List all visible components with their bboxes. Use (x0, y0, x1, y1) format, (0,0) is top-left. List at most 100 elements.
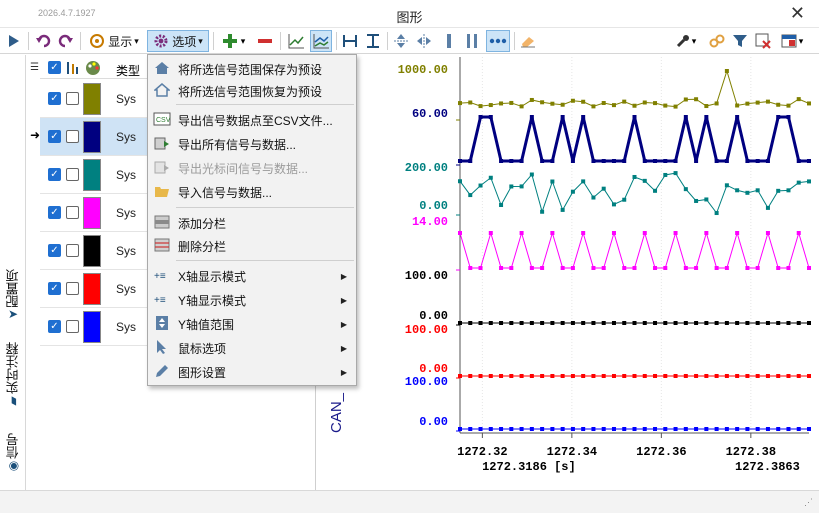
signal-visible-checkbox[interactable]: ✓ (48, 282, 61, 295)
fit-horizontal-icon[interactable] (340, 30, 360, 52)
menu-item[interactable]: +≡ Y轴显示模式 ▶ (149, 289, 355, 311)
tab-signal[interactable]: ◉ 信号 (3, 425, 23, 487)
line-chart-icon[interactable] (285, 30, 307, 52)
layout-button[interactable]: ▾ (777, 30, 807, 52)
menu-item[interactable]: 删除分栏 (149, 235, 355, 257)
data-point (570, 189, 575, 194)
data-point (632, 103, 637, 108)
menu-item[interactable]: 鼠标选项 ▶ (149, 337, 355, 359)
data-point (622, 321, 627, 325)
svg-text:+≡: +≡ (154, 295, 166, 306)
link-icon[interactable] (707, 30, 727, 52)
signal-chart[interactable]: 1000.0060.00200.000.0014.00100.000.00100… (318, 55, 819, 490)
data-point (488, 321, 493, 325)
filter-icon[interactable] (730, 30, 750, 52)
add-signal-button[interactable]: ▾ (218, 30, 250, 52)
sort-icon[interactable] (66, 61, 79, 74)
remove-signal-button[interactable] (255, 30, 275, 52)
signal-secondary-checkbox[interactable] (66, 282, 79, 295)
signal-secondary-checkbox[interactable] (66, 92, 79, 105)
signal-secondary-checkbox[interactable] (66, 206, 79, 219)
palette-icon[interactable] (85, 60, 101, 79)
data-point (509, 184, 514, 189)
signal-color-swatch[interactable] (83, 121, 101, 153)
data-point (807, 374, 811, 378)
menu-item-label: X轴显示模式 (178, 269, 247, 284)
signal-color-swatch[interactable] (83, 311, 101, 343)
svg-text:CSV: CSV (156, 117, 171, 124)
signal-color-swatch[interactable] (83, 235, 101, 267)
menu-item[interactable]: 导入信号与数据... (149, 181, 355, 203)
display-menu-button[interactable]: 显示 ▾ (85, 30, 143, 52)
cursor-single-icon[interactable] (439, 30, 459, 52)
data-point (765, 231, 770, 235)
play-icon[interactable] (4, 30, 24, 52)
signal-secondary-checkbox[interactable] (66, 244, 79, 257)
undo-icon[interactable] (33, 30, 53, 52)
signal-color-swatch[interactable] (83, 197, 101, 229)
signal-secondary-checkbox[interactable] (66, 168, 79, 181)
select-all-checkbox[interactable]: ✓ (48, 61, 61, 74)
cursor-double-icon[interactable] (462, 30, 482, 52)
signal-visible-checkbox[interactable]: ✓ (48, 130, 61, 143)
chart-area[interactable]: CAN_ 1000.00 60.00 200.00 0.00 14.00 100.00 0.… (318, 55, 819, 490)
data-point (509, 374, 514, 378)
redo-icon[interactable] (56, 30, 76, 52)
data-point (478, 321, 483, 325)
current-row-arrow-icon: ➜ (30, 128, 41, 142)
signal-type-cell: Sys (116, 206, 137, 220)
signal-visible-checkbox[interactable]: ✓ (48, 320, 61, 333)
data-point (540, 209, 545, 214)
menu-item[interactable]: CSV 导出信号数据点至CSV文件... (149, 109, 355, 131)
data-point (529, 427, 534, 431)
signal-secondary-checkbox[interactable] (66, 130, 79, 143)
menu-item[interactable]: 图形设置 ▶ (149, 361, 355, 383)
more-options-icon[interactable] (486, 30, 510, 52)
zoom-y-icon[interactable] (391, 30, 411, 52)
signal-color-swatch[interactable] (83, 273, 101, 305)
menu-item[interactable]: 导出所有信号与数据... (149, 133, 355, 155)
menu-item-label: Y轴显示模式 (178, 293, 247, 308)
zoom-x-icon[interactable] (414, 30, 434, 52)
signal-color-swatch[interactable] (83, 83, 101, 115)
tools-button[interactable]: ▾ (672, 30, 700, 52)
options-menu-button[interactable]: 选项 ▾ (147, 30, 209, 52)
y-range-icon (151, 315, 173, 334)
row-menu-icon[interactable]: ☰ (30, 62, 39, 73)
close-button[interactable]: ✕ (790, 3, 805, 24)
submenu-arrow-icon: ▶ (340, 367, 347, 377)
data-point (519, 321, 524, 325)
data-point (550, 231, 555, 235)
data-point (776, 266, 781, 270)
signal-visible-checkbox[interactable]: ✓ (48, 168, 61, 181)
signal-visible-checkbox[interactable]: ✓ (48, 206, 61, 219)
multi-chart-icon[interactable] (310, 30, 332, 52)
data-point (468, 159, 473, 163)
menu-item[interactable]: Y轴值范围 ▶ (149, 313, 355, 335)
data-point (550, 374, 555, 378)
data-point (642, 231, 647, 235)
menu-item[interactable]: +≡ X轴显示模式 ▶ (149, 265, 355, 287)
menu-item[interactable]: 将所选信号范围保存为预设 (149, 58, 355, 80)
tab-config[interactable]: ➤ 配置项 (3, 261, 23, 333)
signal-visible-checkbox[interactable]: ✓ (48, 244, 61, 257)
fit-vertical-icon[interactable] (363, 30, 383, 52)
column-type-header[interactable]: 类型 (116, 62, 140, 79)
signal-color-swatch[interactable] (83, 159, 101, 191)
menu-item: 导出光标间信号与数据... (149, 157, 355, 179)
data-point (478, 374, 483, 378)
horizontal-scrollbar[interactable]: ⋰ (0, 490, 819, 513)
data-point (591, 427, 596, 431)
menu-item[interactable]: 将所选信号范围恢复为预设 (149, 80, 355, 102)
data-point (653, 159, 658, 163)
data-point (478, 104, 483, 109)
menu-item[interactable]: 添加分栏 (149, 212, 355, 234)
signal-visible-checkbox[interactable]: ✓ (48, 92, 61, 105)
tab-annotation[interactable]: ▰ 实时注释 (3, 333, 23, 423)
data-point (796, 180, 801, 185)
data-point (519, 374, 524, 378)
x-axis-icon: +≡ (151, 268, 173, 285)
clear-filter-icon[interactable] (753, 30, 773, 52)
eraser-icon[interactable] (518, 30, 538, 52)
signal-secondary-checkbox[interactable] (66, 320, 79, 333)
